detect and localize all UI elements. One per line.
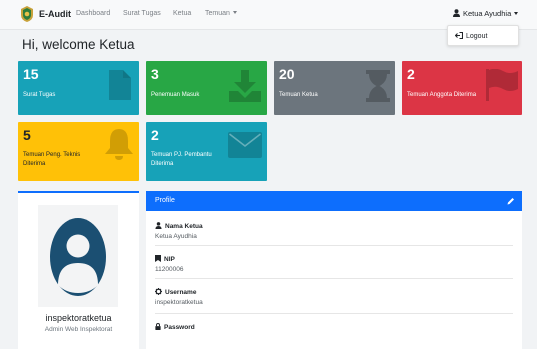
- field-label-nip: NIP: [155, 255, 175, 263]
- divider: [155, 313, 513, 314]
- nav-link-ketua[interactable]: Ketua: [173, 10, 191, 17]
- gear-icon: [155, 288, 162, 295]
- profile-role: Admin Web Inspektorat: [44, 326, 113, 333]
- stat-label: Temuan Ketua: [279, 92, 318, 98]
- logout-icon: [454, 31, 464, 40]
- stat-label-line1: Temuan Peng. Teknis: [23, 152, 81, 158]
- stat-label-line2: Diterima: [23, 161, 46, 167]
- download-icon: [229, 70, 261, 102]
- profile-detail-card: Profile Nama Ketua Ketua Ayudhia NIP 112…: [146, 191, 522, 349]
- field-value-nip: 11200006: [155, 266, 184, 273]
- stat-value: 15: [23, 66, 39, 82]
- field-label-nama: Nama Ketua: [155, 222, 203, 230]
- stat-label: Temuan Anggota Diterima: [407, 92, 477, 98]
- file-icon: [109, 70, 131, 100]
- user-icon: [453, 9, 460, 17]
- envelope-icon: [228, 132, 262, 158]
- avatar-icon: [50, 218, 106, 296]
- user-name: Ketua Ayudhia: [463, 9, 512, 18]
- page-title: Hi, welcome Ketua: [22, 37, 135, 52]
- user-menu-toggle[interactable]: Ketua Ayudhia: [453, 9, 519, 18]
- hourglass-icon: [366, 70, 390, 102]
- stat-card-penemuan-masuk[interactable]: 3 Penemuan Masuk: [146, 61, 267, 115]
- field-value-nama: Ketua Ayudhia: [155, 233, 197, 240]
- logout-menu-item[interactable]: Logout: [454, 31, 487, 40]
- field-label-password: Password: [155, 323, 195, 331]
- stat-card-temuan-anggota[interactable]: 2 Temuan Anggota Diterima: [402, 61, 522, 115]
- brand-name[interactable]: E-Audit: [39, 9, 71, 19]
- nav-link-dashboard[interactable]: Dashboard: [76, 10, 110, 17]
- lock-icon: [155, 323, 161, 330]
- flag-icon: [486, 69, 518, 101]
- divider: [155, 278, 513, 279]
- profile-fields: Nama Ketua Ketua Ayudhia NIP 11200006 Us…: [150, 211, 518, 349]
- nav-link-temuan[interactable]: Temuan: [205, 10, 237, 17]
- stat-label-line1: Temuan PJ. Pembantu: [151, 152, 212, 158]
- bell-icon: [105, 129, 133, 160]
- profile-header: Profile: [146, 191, 522, 211]
- stat-card-temuan-pj-pembantu[interactable]: 2 Temuan PJ. Pembantu Diterima: [146, 122, 267, 181]
- stat-label-line2: Diterima: [151, 161, 174, 167]
- chevron-down-icon: [514, 12, 519, 15]
- bookmark-icon: [155, 255, 161, 262]
- stat-card-temuan-peng-teknis[interactable]: 5 Temuan Peng. Teknis Diterima: [18, 122, 139, 181]
- stat-label: Penemuan Masuk: [151, 92, 200, 98]
- stat-value: 20: [279, 66, 295, 82]
- profile-summary-card: inspektoratketua Admin Web Inspektorat: [18, 191, 139, 349]
- stat-value: 2: [151, 127, 159, 143]
- stat-value: 3: [151, 66, 159, 82]
- field-value-username: inspektoratketua: [155, 299, 203, 306]
- stat-value: 2: [407, 66, 415, 82]
- stat-label: Surat Tugas: [23, 92, 56, 98]
- pencil-icon[interactable]: [507, 197, 515, 205]
- brand-logo-icon[interactable]: [20, 6, 34, 22]
- field-label-username: Username: [155, 288, 196, 296]
- profile-username: inspektoratketua: [45, 313, 112, 323]
- stat-card-surat-tugas[interactable]: 15 Surat Tugas: [18, 61, 139, 115]
- profile-header-title: Profile: [155, 197, 175, 204]
- avatar: [38, 205, 118, 307]
- stat-value: 5: [23, 127, 31, 143]
- user-icon: [155, 222, 162, 229]
- user-dropdown-menu: Logout: [447, 25, 519, 46]
- nav-link-surat-tugas[interactable]: Surat Tugas: [123, 10, 161, 17]
- chevron-down-icon: [232, 11, 237, 14]
- divider: [155, 245, 513, 246]
- stat-card-temuan-ketua[interactable]: 20 Temuan Ketua: [274, 61, 395, 115]
